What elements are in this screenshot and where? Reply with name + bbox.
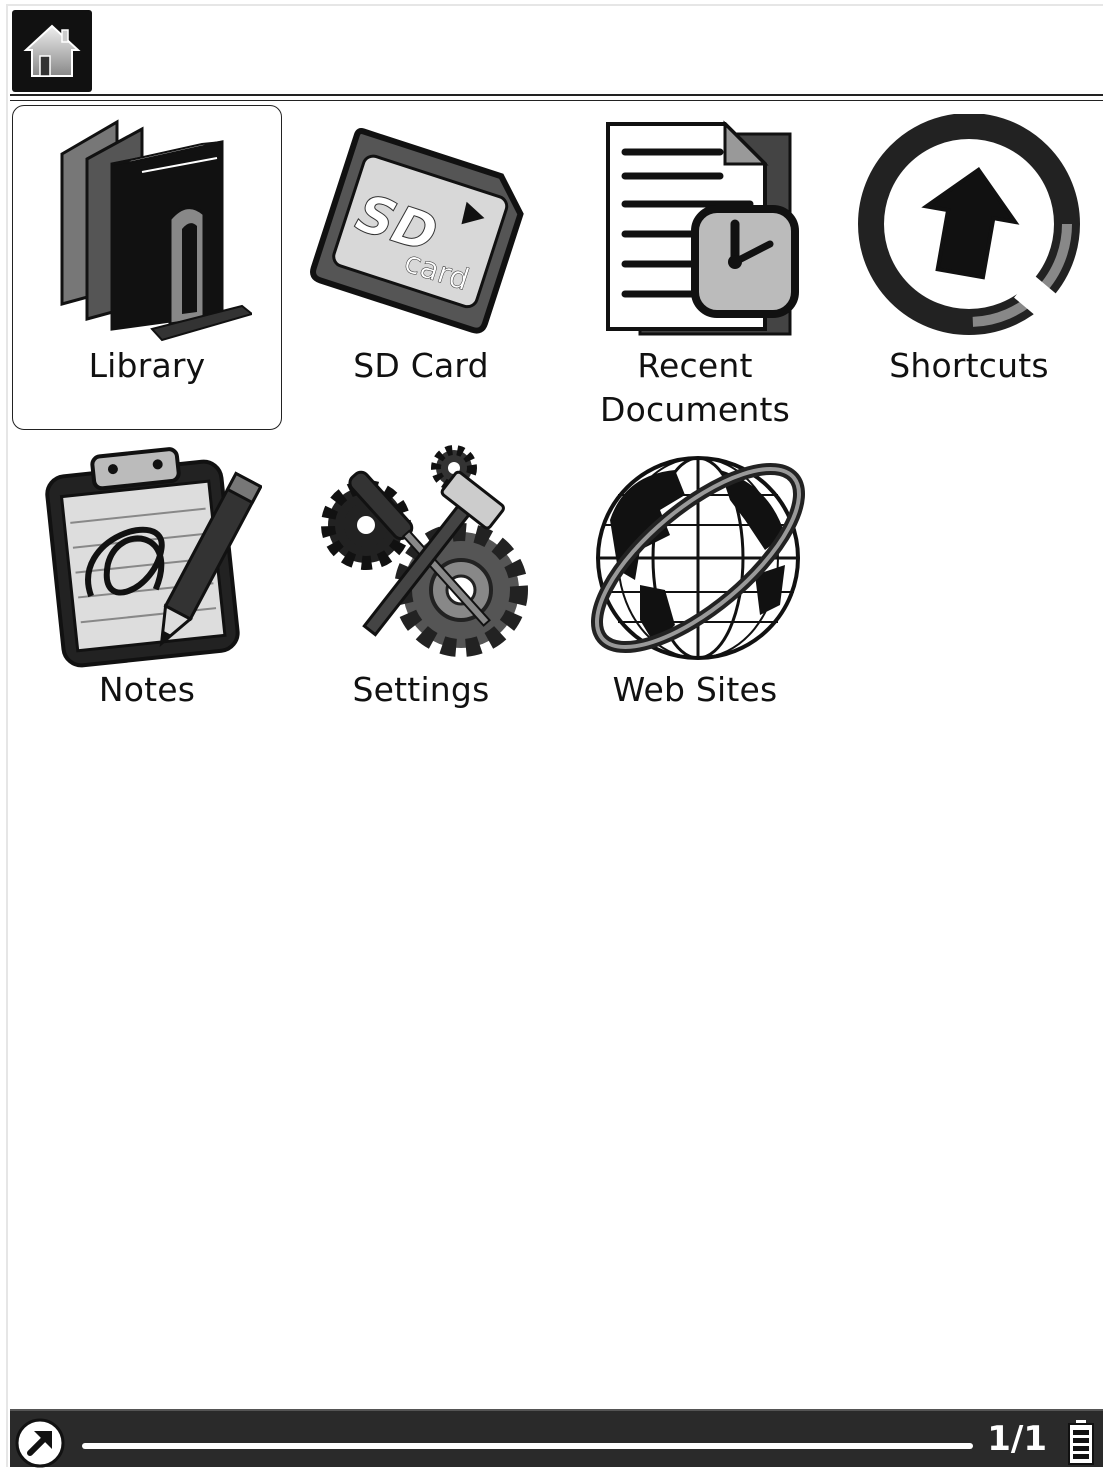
tile-label-settings: Settings [352,670,490,709]
status-bar: 1/1 [10,1409,1103,1468]
back-arrow-icon [15,1418,65,1468]
tile-label-web-sites: Web Sites [612,670,778,709]
back-button[interactable] [14,1417,70,1473]
tile-label-library: Library [88,346,206,385]
tile-settings[interactable]: Settings [286,435,556,715]
home-button[interactable] [12,10,92,92]
page-progress-track [82,1443,973,1449]
tile-label-recent-line1: Recent [637,346,753,385]
tile-notes[interactable]: Notes [12,435,282,715]
sd-card-icon: SD card [310,128,524,334]
tile-label-sd-card: SD Card [353,346,489,385]
tile-label-shortcuts: Shortcuts [889,346,1049,385]
shortcuts-arrow-icon [858,114,1080,335]
tile-web-sites[interactable]: Web Sites [560,435,830,715]
notes-clipboard-icon [45,447,262,668]
tile-sd-card[interactable]: SD card SD Card [286,105,556,430]
tile-library[interactable]: Library [12,105,282,430]
recent-documents-icon [606,120,799,336]
library-books-icon [60,119,252,342]
page-indicator: 1/1 [987,1419,1047,1459]
globe-icon [590,456,806,660]
tile-label-recent-line2: Documents [600,390,790,429]
tile-shortcuts[interactable]: Shortcuts [834,105,1103,430]
tile-recent-documents[interactable]: Recent Documents [560,105,830,430]
header-divider [10,94,1103,101]
home-icon [23,24,81,77]
battery-icon [1068,1420,1094,1465]
tile-label-notes: Notes [98,670,196,709]
settings-gears-icon [321,445,528,657]
